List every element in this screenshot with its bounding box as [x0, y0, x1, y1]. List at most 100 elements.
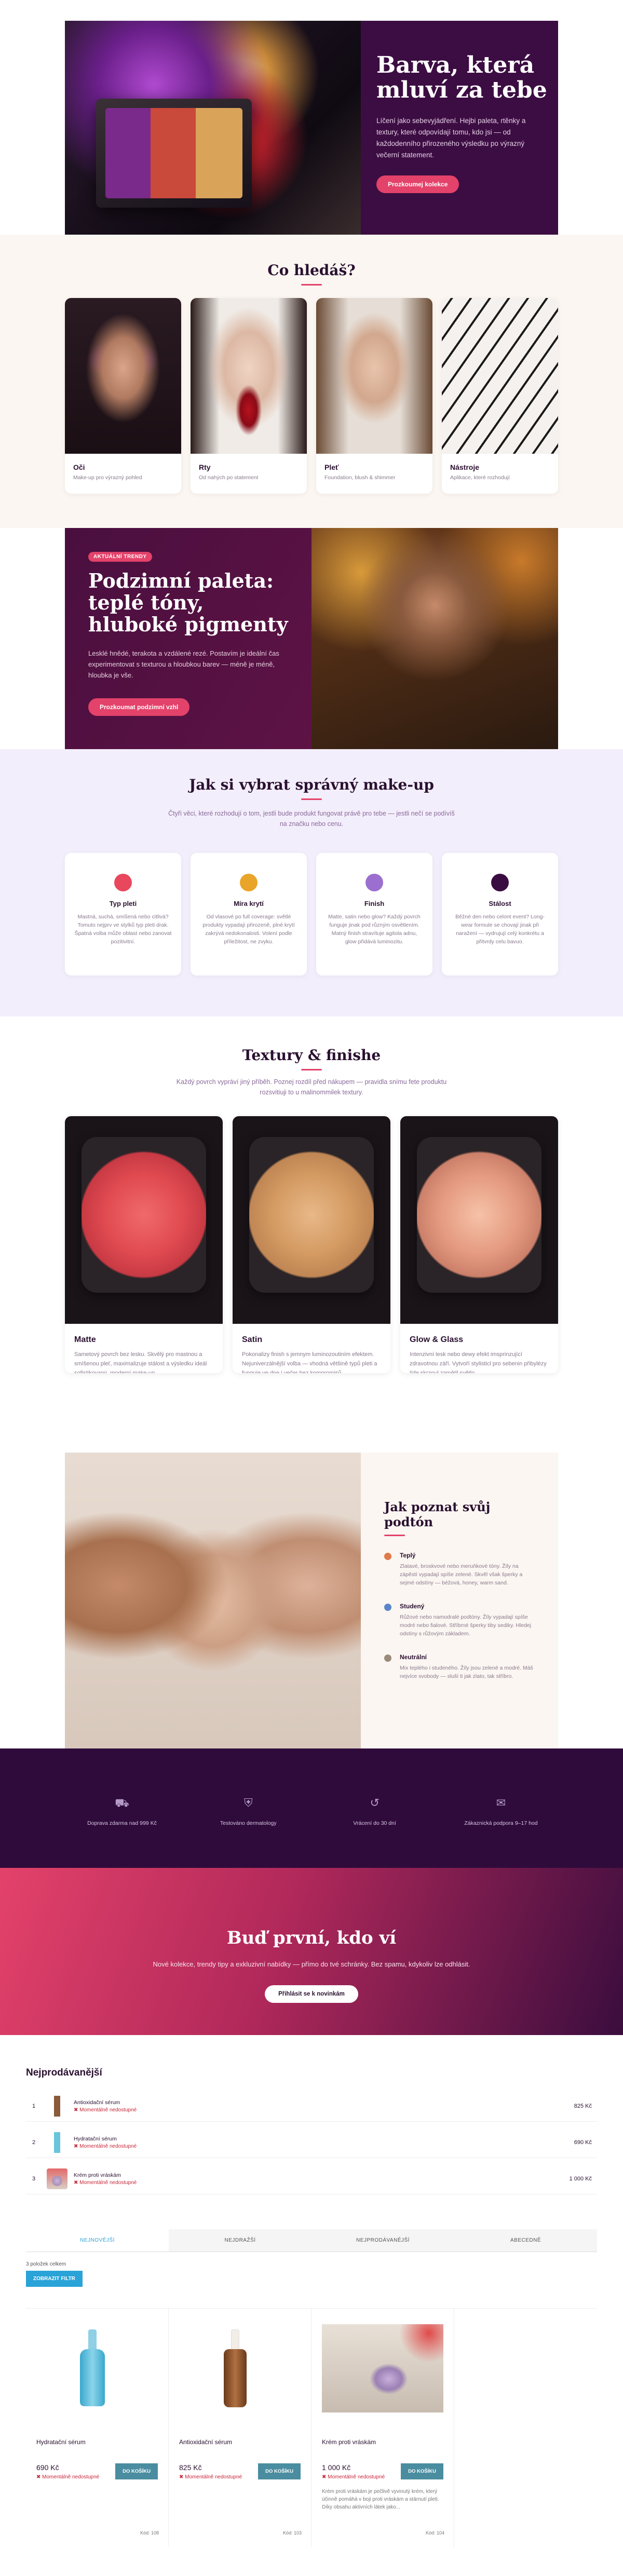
- undertone-description: Zlatavé, broskvové nebo meruňkové tóny. …: [400, 1563, 523, 1586]
- product-card[interactable]: Antioxidační sérum 825 Kč ✖ Momentálně ne…: [169, 2309, 312, 2547]
- product-name[interactable]: Antioxidační sérum: [74, 2099, 574, 2106]
- category-name: Nástroje: [450, 463, 480, 471]
- choose-card-description: Od vlasové po full coverage: světlé prod…: [202, 914, 295, 945]
- subscribe-button[interactable]: Přihlásit se k novinkám: [265, 1985, 358, 2003]
- undertone-item-neutral: Neutrální Mix teplého i studeného. Žíly j…: [384, 1653, 535, 1680]
- product-price: 690 Kč: [574, 2139, 592, 2146]
- autumn-description: Lesklé hnědé, terakota a vzdálené rezé. …: [88, 649, 279, 679]
- bestseller-row[interactable]: 1 Antioxidační sérum ✖ Momentálně nedostu…: [26, 2091, 597, 2122]
- product-name[interactable]: Hydratační sérum: [74, 2136, 574, 2142]
- category-card-tools[interactable]: Nástroje Aplikace, které rozhodují: [442, 298, 558, 494]
- category-image-lips: [191, 298, 307, 454]
- product-grid: Hydratační sérum 690 Kč ✖ Momentálně nedo…: [26, 2308, 597, 2547]
- choose-card-coverage: Míra krytí Od vlasové po full coverage: …: [191, 853, 307, 975]
- feature-label: Doprava zdarma nad 999 Kč: [87, 1820, 157, 1826]
- product-name[interactable]: Antioxidační sérum: [179, 2438, 301, 2446]
- feature-returns: ↺ Vrácení do 30 dní: [318, 1796, 432, 1826]
- feature-dermatology: ⛨ Testováno dermatology: [191, 1796, 305, 1826]
- feature-support: ✉ Zákaznická podpora 9–17 hod: [444, 1796, 558, 1826]
- product-name[interactable]: Krém proti vráskám: [322, 2438, 443, 2446]
- choose-card-description: Běžné den nebo celont event? Long-wear f…: [455, 914, 545, 945]
- title-underline: [301, 284, 322, 286]
- undertone-section: Jak poznat svůj podtón Teplý Zlatavé, bro…: [0, 1453, 623, 1748]
- undertone-name: Studený: [400, 1603, 425, 1610]
- product-card[interactable]: Hydratační sérum 690 Kč ✖ Momentálně nedo…: [26, 2309, 169, 2547]
- choose-title: Jak si vybrat správný make-up: [189, 776, 434, 793]
- product-card[interactable]: Krém proti vráskám 1 000 Kč ✖ Momentálně …: [312, 2309, 454, 2547]
- tab-alphabetical[interactable]: ABECEDNĚ: [454, 2229, 597, 2252]
- autumn-image: [312, 528, 558, 749]
- autumn-promo-section: AKTUÁLNÍ TRENDY Podzimní paleta: teplé t…: [0, 528, 623, 749]
- category-card-eyes[interactable]: Oči Make-up pro výrazný pohled: [65, 298, 181, 494]
- tab-most-expensive[interactable]: NEJDRAŽŠÍ: [169, 2229, 312, 2252]
- undertone-panel: Jak poznat svůj podtón Teplý Zlatavé, bro…: [361, 1453, 558, 1748]
- stock-status: ✖ Momentálně nedostupné: [36, 2474, 100, 2480]
- category-name: Rty: [199, 463, 211, 471]
- product-code: Kód: 108: [140, 2530, 159, 2536]
- shield-icon: ⛨: [244, 1796, 253, 1809]
- how-to-choose-section: Jak si vybrat správný make-up Čtyři věci…: [0, 749, 623, 1016]
- choose-card-finish: Finish Matte, satin nebo glow? Každý pov…: [316, 853, 432, 975]
- category-subtitle: Foundation, blush & shimmer: [324, 474, 396, 481]
- stock-status: ✖ Momentálně nedostupné: [74, 2143, 137, 2149]
- undertone-description: Mix teplého i studeného. Žíly jsou zelen…: [400, 1665, 533, 1679]
- show-filter-button[interactable]: ZOBRAZIT FILTR: [26, 2271, 83, 2287]
- autumn-title: Podzimní paleta: teplé tóny, hluboké pig…: [88, 569, 288, 636]
- texture-image-satin: [233, 1116, 390, 1324]
- choose-card-skin-type: Typ pleti Mastná, suchá, smíšená nebo ci…: [65, 853, 181, 975]
- choose-card-description: Matte, satin nebo glow? Každý povrch fun…: [328, 914, 421, 945]
- circle-icon: [491, 874, 509, 891]
- choose-card-title: Finish: [364, 900, 385, 907]
- texture-description: Sametový povrch bez lesku. Skvělý pro ma…: [74, 1351, 207, 1373]
- neutral-dot-icon: [384, 1655, 391, 1662]
- category-card-skin[interactable]: Pleť Foundation, blush & shimmer: [316, 298, 432, 494]
- product-price: 690 Kč: [36, 2463, 59, 2472]
- product-name[interactable]: Krém proti vráskám: [74, 2172, 570, 2178]
- texture-card-matte[interactable]: Matte Sametový povrch bez lesku. Skvělý p…: [65, 1116, 223, 1373]
- category-image-skin: [316, 298, 432, 454]
- feature-label: Zákaznická podpora 9–17 hod: [464, 1820, 538, 1826]
- autumn-banner: AKTUÁLNÍ TRENDY Podzimní paleta: teplé t…: [65, 528, 558, 749]
- trend-badge: AKTUÁLNÍ TRENDY: [88, 552, 152, 562]
- tab-newest[interactable]: NEJNOVĚJŠÍ: [26, 2229, 169, 2252]
- product-thumbnail: [47, 2168, 67, 2189]
- add-to-cart-button[interactable]: DO KOŠÍKU: [258, 2463, 301, 2479]
- explore-collections-button[interactable]: Prozkoumej kolekce: [376, 175, 459, 193]
- explore-autumn-button[interactable]: Prozkoumat podzimní vzhl: [88, 698, 190, 716]
- tab-bestselling[interactable]: NEJPRODÁVANĚJŠÍ: [312, 2229, 454, 2252]
- texture-name: Satin: [242, 1335, 263, 1344]
- sort-tabs: NEJNOVĚJŠÍ NEJDRAŽŠÍ NEJPRODÁVANĚJŠÍ ABE…: [26, 2229, 597, 2252]
- category-image-tools: [442, 298, 558, 454]
- bestseller-row[interactable]: 2 Hydratační sérum ✖ Momentálně nedostupn…: [26, 2127, 597, 2158]
- empty-grid-cell: [454, 2309, 597, 2547]
- choose-card-title: Stálost: [489, 900, 511, 907]
- texture-card-satin[interactable]: Satin Pokonalizy finish s jemnym luminozo…: [233, 1116, 390, 1373]
- textures-subtitle: Každý povrch vypráví jiný příběh. Poznej…: [176, 1078, 447, 1096]
- product-price: 825 Kč: [574, 2103, 592, 2109]
- product-thumbnail: [47, 2095, 67, 2117]
- newsletter-title: Buď první, kdo ví: [226, 1928, 397, 1948]
- title-underline: [384, 1535, 405, 1536]
- item-count: 3 položek celkem: [26, 2261, 66, 2267]
- category-name: Oči: [73, 463, 85, 471]
- choose-card-longevity: Stálost Běžné den nebo celont event? Lon…: [442, 853, 558, 975]
- add-to-cart-button[interactable]: DO KOŠÍKU: [401, 2463, 443, 2479]
- categories-section: Co hledáš? Oči Make-up pro výrazný pohled…: [0, 235, 623, 528]
- add-to-cart-button[interactable]: DO KOŠÍKU: [115, 2463, 158, 2479]
- texture-name: Glow & Glass: [410, 1335, 464, 1344]
- category-card-lips[interactable]: Rty Od nahých po statement: [191, 298, 307, 494]
- title-underline: [301, 1069, 322, 1070]
- categories-title: Co hledáš?: [267, 262, 356, 279]
- product-thumbnail: [47, 2132, 67, 2153]
- product-description: Krém proti vráskám je pečlivě vyvinutý k…: [322, 2489, 439, 2510]
- bestseller-row[interactable]: 3 Krém proti vráskám ✖ Momentálně nedostu…: [26, 2163, 597, 2194]
- product-name[interactable]: Hydratační sérum: [36, 2438, 158, 2446]
- newsletter-description: Nové kolekce, trendy tipy a exkluzivní n…: [153, 1960, 470, 1968]
- texture-card-glow[interactable]: Glow & Glass Intenzivní lesk nebo dewy ef…: [400, 1116, 558, 1373]
- product-price: 825 Kč: [179, 2463, 202, 2472]
- choose-card-description: Mastná, suchá, smíšená nebo citlivá? Tom…: [74, 914, 172, 945]
- texture-image-glow: [400, 1116, 558, 1324]
- texture-name: Matte: [74, 1335, 96, 1344]
- undertone-item-cool: Studený Růžové nebo namodralé podtóny. Ží…: [384, 1603, 535, 1638]
- hero-title: Barva, která mluví za tebe: [376, 52, 547, 103]
